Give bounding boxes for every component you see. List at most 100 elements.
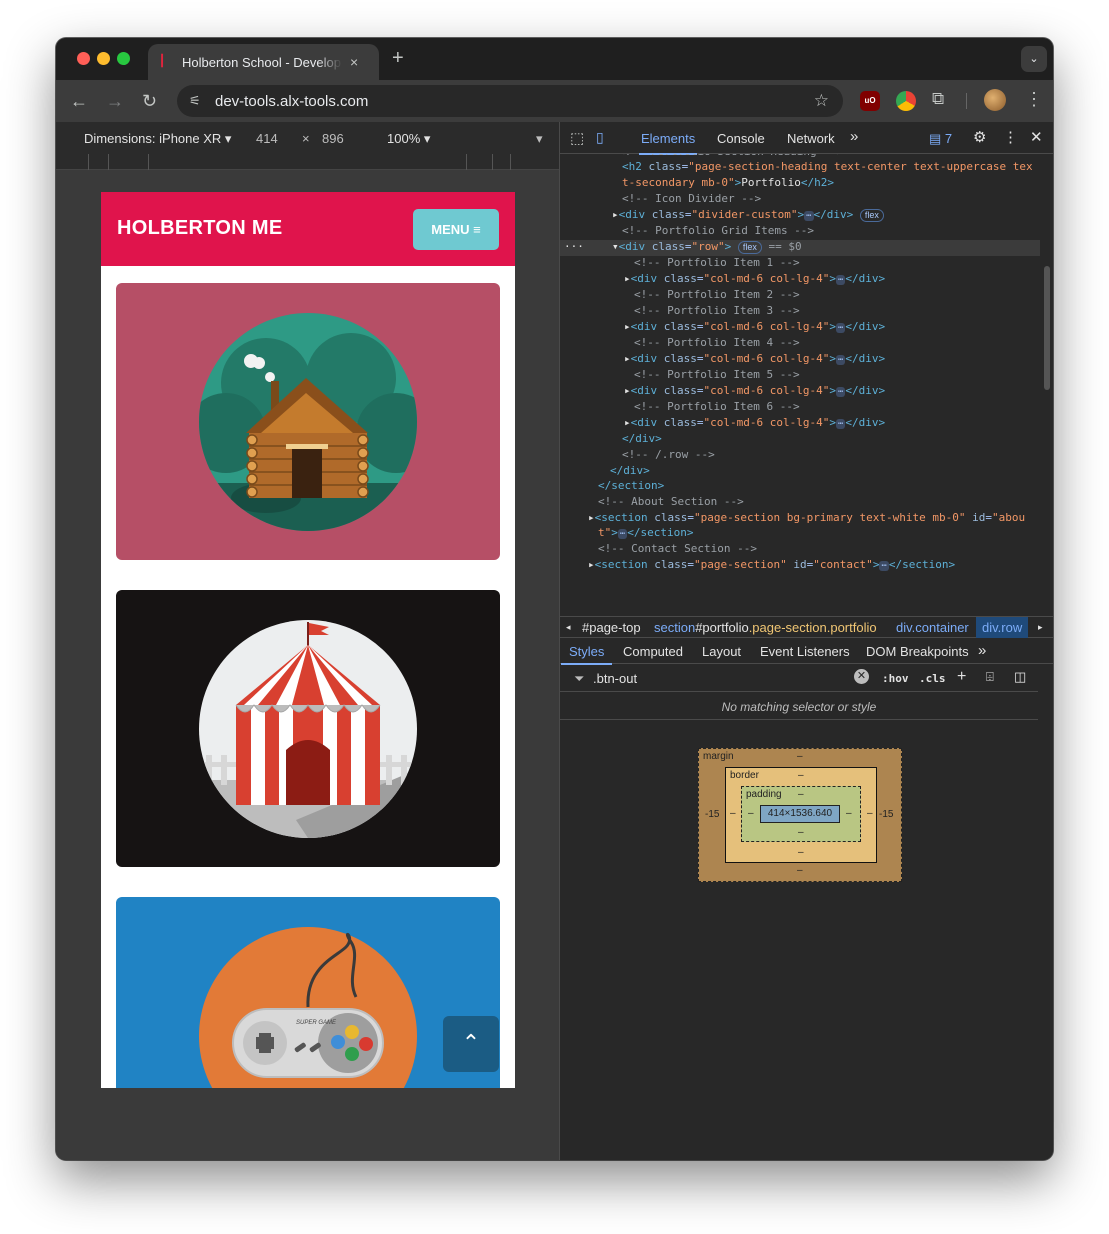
devtools-menu-icon[interactable]: ⋮: [1003, 128, 1018, 146]
tab-console[interactable]: Console: [717, 131, 765, 146]
crumb-page-top[interactable]: #page-top: [582, 620, 641, 635]
more-style-tabs-icon[interactable]: »: [978, 642, 986, 659]
dom-line[interactable]: <!-- Portfolio Item 4 -->: [634, 335, 800, 351]
address-bar[interactable]: ⚟ dev-tools.alx-tools.com ☆: [177, 85, 843, 117]
tab-computed[interactable]: Computed: [623, 644, 683, 659]
new-style-rule-icon[interactable]: +: [957, 668, 966, 686]
dom-line[interactable]: ▸<div class="col-md-6 col-lg-4"> ⋯ </div>: [624, 351, 885, 367]
device-toggle-icon[interactable]: ▯: [596, 129, 604, 146]
color-extension-icon[interactable]: [896, 91, 916, 111]
border-top-value[interactable]: –: [798, 770, 804, 781]
padding-right-value[interactable]: –: [846, 808, 852, 819]
margin-bottom-value[interactable]: –: [797, 865, 803, 876]
dom-line[interactable]: ▸<div class="col-md-6 col-lg-4"> ⋯ </div>: [624, 319, 885, 335]
margin-left-value[interactable]: -15: [705, 809, 719, 820]
crumb-div-row[interactable]: div.row: [976, 617, 1029, 638]
crumb-scroll-left-icon[interactable]: ◂: [566, 622, 571, 633]
menu-button[interactable]: MENU ≡: [413, 209, 499, 250]
dom-line[interactable]: <!-- Contact Section -->: [598, 541, 757, 557]
tab-styles[interactable]: Styles: [560, 644, 613, 665]
dom-line[interactable]: <!-- Portfolio Grid Items -->: [622, 223, 814, 239]
device-options-chevron-icon[interactable]: ▾: [536, 131, 543, 147]
scroll-to-top-button[interactable]: ⌃: [443, 1016, 499, 1072]
dom-line[interactable]: ▸<section class="page-section bg-primary…: [588, 510, 1025, 526]
dom-line[interactable]: ▸<div class="divider-custom"> ⋯ </div> fle…: [612, 207, 884, 223]
close-devtools-icon[interactable]: ✕: [1030, 128, 1043, 146]
site-settings-icon[interactable]: ⚟: [189, 93, 205, 109]
border-left-value[interactable]: –: [730, 808, 736, 819]
crumb-scroll-right-icon[interactable]: ▸: [1038, 622, 1043, 633]
dom-line[interactable]: ▸<div class="col-md-6 col-lg-4"> ⋯ </div>: [624, 271, 885, 287]
profile-avatar[interactable]: [984, 89, 1006, 111]
dom-line[interactable]: ▸<div class="col-md-6 col-lg-4"> ⋯ </div>: [624, 415, 885, 431]
forward-arrow-icon[interactable]: →: [106, 91, 124, 111]
issues-badge[interactable]: ▤ 7: [929, 131, 952, 147]
padding-bottom-value[interactable]: –: [798, 827, 804, 838]
browser-menu-icon[interactable]: ⋮: [1025, 89, 1043, 110]
dom-line[interactable]: <!-- About Section -->: [598, 494, 744, 510]
tab-network[interactable]: Network: [787, 131, 835, 146]
device-width-input[interactable]: 414: [256, 131, 278, 146]
hov-toggle[interactable]: :hov: [882, 672, 909, 685]
portfolio-item-2[interactable]: [116, 590, 500, 867]
settings-gear-icon[interactable]: ⚙: [973, 128, 986, 146]
styles-filter-input[interactable]: .btn-out: [593, 671, 637, 686]
dom-line[interactable]: <h2 class="page-section-heading text-cen…: [622, 159, 1033, 175]
site-brand[interactable]: HOLBERTON ME: [117, 217, 282, 240]
minimize-window-button[interactable]: [97, 52, 110, 65]
dom-line[interactable]: ▸<section class="page-section" id="conta…: [588, 557, 955, 573]
maximize-window-button[interactable]: [117, 52, 130, 65]
box-model-margin[interactable]: margin – -15 -15 – border – – – – paddin…: [698, 748, 902, 882]
padding-top-value[interactable]: –: [798, 789, 804, 800]
box-model-border[interactable]: border – – – – padding – – – – 414×1536.…: [725, 767, 877, 863]
inspect-element-icon[interactable]: ⬚: [570, 129, 584, 147]
dom-line[interactable]: <!-- Portfolio Item 3 -->: [634, 303, 800, 319]
border-right-value[interactable]: –: [867, 808, 873, 819]
device-dimensions-select[interactable]: Dimensions: iPhone XR ▾: [84, 131, 231, 147]
clear-filter-icon[interactable]: ✕: [854, 669, 869, 684]
dom-line[interactable]: <!-- Icon Divider -->: [622, 191, 761, 207]
padding-left-value[interactable]: –: [748, 808, 754, 819]
extensions-puzzle-icon[interactable]: ⧉: [932, 89, 952, 109]
tab-close-icon[interactable]: ×: [350, 54, 358, 70]
tab-search-chevron-icon[interactable]: ⌄: [1021, 46, 1047, 72]
tab-dom-breakpoints[interactable]: DOM Breakpoints: [866, 644, 969, 659]
margin-right-value[interactable]: -15: [879, 809, 893, 820]
zoom-select[interactable]: 100% ▾: [387, 131, 430, 147]
crumb-div-container[interactable]: div.container: [896, 620, 969, 635]
border-bottom-value[interactable]: –: [798, 847, 804, 858]
browser-tab[interactable]: ꟾ Holberton School - Developer ×: [148, 44, 379, 80]
dom-line[interactable]: ▸<div class="col-md-6 col-lg-4"> ⋯ </div>: [624, 383, 885, 399]
dom-line-selected[interactable]: ▾<div class="row"> flex == $0: [612, 239, 802, 255]
dom-line[interactable]: </div>: [622, 431, 662, 447]
node-options-icon[interactable]: ···: [564, 239, 584, 255]
dom-line[interactable]: t"> ⋯ </section>: [598, 525, 694, 541]
toggle-sidebar-icon[interactable]: ◫: [1014, 669, 1026, 685]
box-model-content-size[interactable]: 414×1536.640: [760, 805, 840, 823]
new-tab-button[interactable]: +: [392, 47, 404, 70]
reload-icon[interactable]: ↻: [142, 91, 157, 111]
ublock-extension-icon[interactable]: uO: [860, 91, 880, 111]
tab-event-listeners[interactable]: Event Listeners: [760, 644, 850, 659]
box-model-padding[interactable]: padding – – – – 414×1536.640: [741, 786, 861, 842]
crumb-section-portfolio[interactable]: section#portfolio.page-section.portfolio: [654, 620, 877, 635]
dom-line[interactable]: </section>: [598, 478, 664, 494]
dom-line[interactable]: <!-- Portfolio Item 1 -->: [634, 255, 800, 271]
cls-toggle[interactable]: .cls: [919, 672, 946, 685]
dom-line[interactable]: <!-- Portfolio Item 5 -->: [634, 367, 800, 383]
device-height-input[interactable]: 896: [322, 131, 344, 146]
dom-line[interactable]: </div>: [610, 463, 650, 479]
tab-elements[interactable]: Elements: [638, 131, 698, 155]
bookmark-star-icon[interactable]: ☆: [814, 91, 829, 111]
margin-top-value[interactable]: –: [797, 751, 803, 762]
dom-line[interactable]: <!-- Portfolio Item 6 -->: [634, 399, 800, 415]
paint-brush-icon[interactable]: ⌹: [986, 669, 994, 685]
dom-tree-scrollbar[interactable]: [1044, 266, 1050, 390]
close-window-button[interactable]: [77, 52, 90, 65]
dom-line[interactable]: <!-- Portfolio Item 2 -->: [634, 287, 800, 303]
url-text[interactable]: dev-tools.alx-tools.com: [215, 93, 368, 110]
portfolio-item-1[interactable]: [116, 283, 500, 560]
more-tabs-icon[interactable]: »: [850, 128, 858, 145]
back-arrow-icon[interactable]: ←: [70, 91, 88, 111]
dom-line[interactable]: t-secondary mb-0">Portfolio</h2>: [622, 175, 834, 191]
